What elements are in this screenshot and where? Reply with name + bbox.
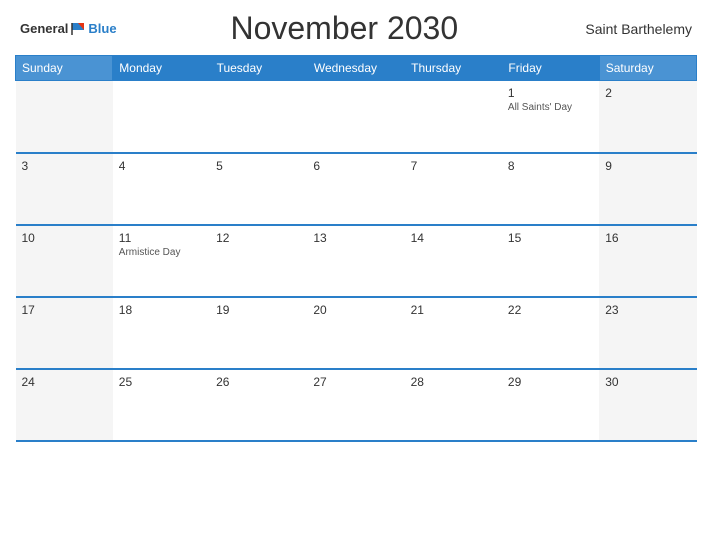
day-number: 20 [313,303,398,317]
week-row-4: 24 25 26 27 28 29 30 [16,369,697,441]
calendar-cell: 29 [502,369,599,441]
event-label: Armistice Day [119,247,204,258]
calendar-cell: 24 [16,369,113,441]
day-number: 25 [119,375,204,389]
calendar-cell: 9 [599,153,696,225]
weekday-header-sunday: Sunday [16,56,113,81]
day-number: 2 [605,86,690,100]
day-number: 1 [508,86,593,100]
logo: General Blue [20,20,117,38]
calendar-cell: 12 [210,225,307,297]
calendar-cell: 14 [405,225,502,297]
week-row-2: 10 11 Armistice Day 12 13 14 15 16 [16,225,697,297]
calendar-cell: 1 All Saints' Day [502,81,599,153]
day-number: 26 [216,375,301,389]
calendar-container: General Blue November 2030 Saint Barthel… [0,0,712,550]
day-number: 11 [119,231,204,245]
day-number: 14 [411,231,496,245]
weekday-header-thursday: Thursday [405,56,502,81]
calendar-cell: 16 [599,225,696,297]
region-name: Saint Barthelemy [572,21,692,37]
calendar-cell: 6 [307,153,404,225]
logo-general-text: General [20,21,68,36]
day-number: 21 [411,303,496,317]
day-number: 29 [508,375,593,389]
day-number: 10 [22,231,107,245]
weekday-header-monday: Monday [113,56,210,81]
calendar-cell: 3 [16,153,113,225]
day-number: 24 [22,375,107,389]
day-number: 7 [411,159,496,173]
calendar-cell [16,81,113,153]
calendar-title: November 2030 [117,10,572,47]
day-number: 27 [313,375,398,389]
day-number: 18 [119,303,204,317]
calendar-cell: 30 [599,369,696,441]
calendar-cell: 15 [502,225,599,297]
day-number: 13 [313,231,398,245]
day-number: 8 [508,159,593,173]
calendar-cell [405,81,502,153]
calendar-cell: 11 Armistice Day [113,225,210,297]
day-number: 17 [22,303,107,317]
calendar-cell: 20 [307,297,404,369]
day-number: 30 [605,375,690,389]
calendar-cell: 19 [210,297,307,369]
calendar-cell: 10 [16,225,113,297]
day-number: 23 [605,303,690,317]
day-number: 12 [216,231,301,245]
calendar-cell: 18 [113,297,210,369]
day-number: 9 [605,159,690,173]
day-number: 3 [22,159,107,173]
week-row-3: 17 18 19 20 21 22 23 [16,297,697,369]
day-number: 22 [508,303,593,317]
calendar-cell [113,81,210,153]
day-number: 16 [605,231,690,245]
event-label: All Saints' Day [508,102,593,113]
weekday-header-friday: Friday [502,56,599,81]
calendar-cell: 28 [405,369,502,441]
week-row-0: 1 All Saints' Day 2 [16,81,697,153]
calendar-cell: 25 [113,369,210,441]
calendar-cell: 21 [405,297,502,369]
logo-flag-icon [69,20,87,38]
weekday-header-saturday: Saturday [599,56,696,81]
week-row-1: 3456789 [16,153,697,225]
calendar-cell: 26 [210,369,307,441]
calendar-cell: 7 [405,153,502,225]
calendar-cell [307,81,404,153]
calendar-cell: 27 [307,369,404,441]
day-number: 28 [411,375,496,389]
logo-blue-text: Blue [88,21,116,36]
calendar-cell: 8 [502,153,599,225]
calendar-cell: 17 [16,297,113,369]
calendar-cell: 2 [599,81,696,153]
day-number: 19 [216,303,301,317]
calendar-table: SundayMondayTuesdayWednesdayThursdayFrid… [15,55,697,442]
calendar-header: General Blue November 2030 Saint Barthel… [15,10,697,47]
weekday-header-wednesday: Wednesday [307,56,404,81]
day-number: 5 [216,159,301,173]
day-number: 6 [313,159,398,173]
calendar-cell: 22 [502,297,599,369]
day-number: 4 [119,159,204,173]
calendar-cell: 13 [307,225,404,297]
weekday-header-tuesday: Tuesday [210,56,307,81]
calendar-cell: 23 [599,297,696,369]
calendar-cell: 4 [113,153,210,225]
day-number: 15 [508,231,593,245]
weekday-header-row: SundayMondayTuesdayWednesdayThursdayFrid… [16,56,697,81]
calendar-cell: 5 [210,153,307,225]
calendar-cell [210,81,307,153]
